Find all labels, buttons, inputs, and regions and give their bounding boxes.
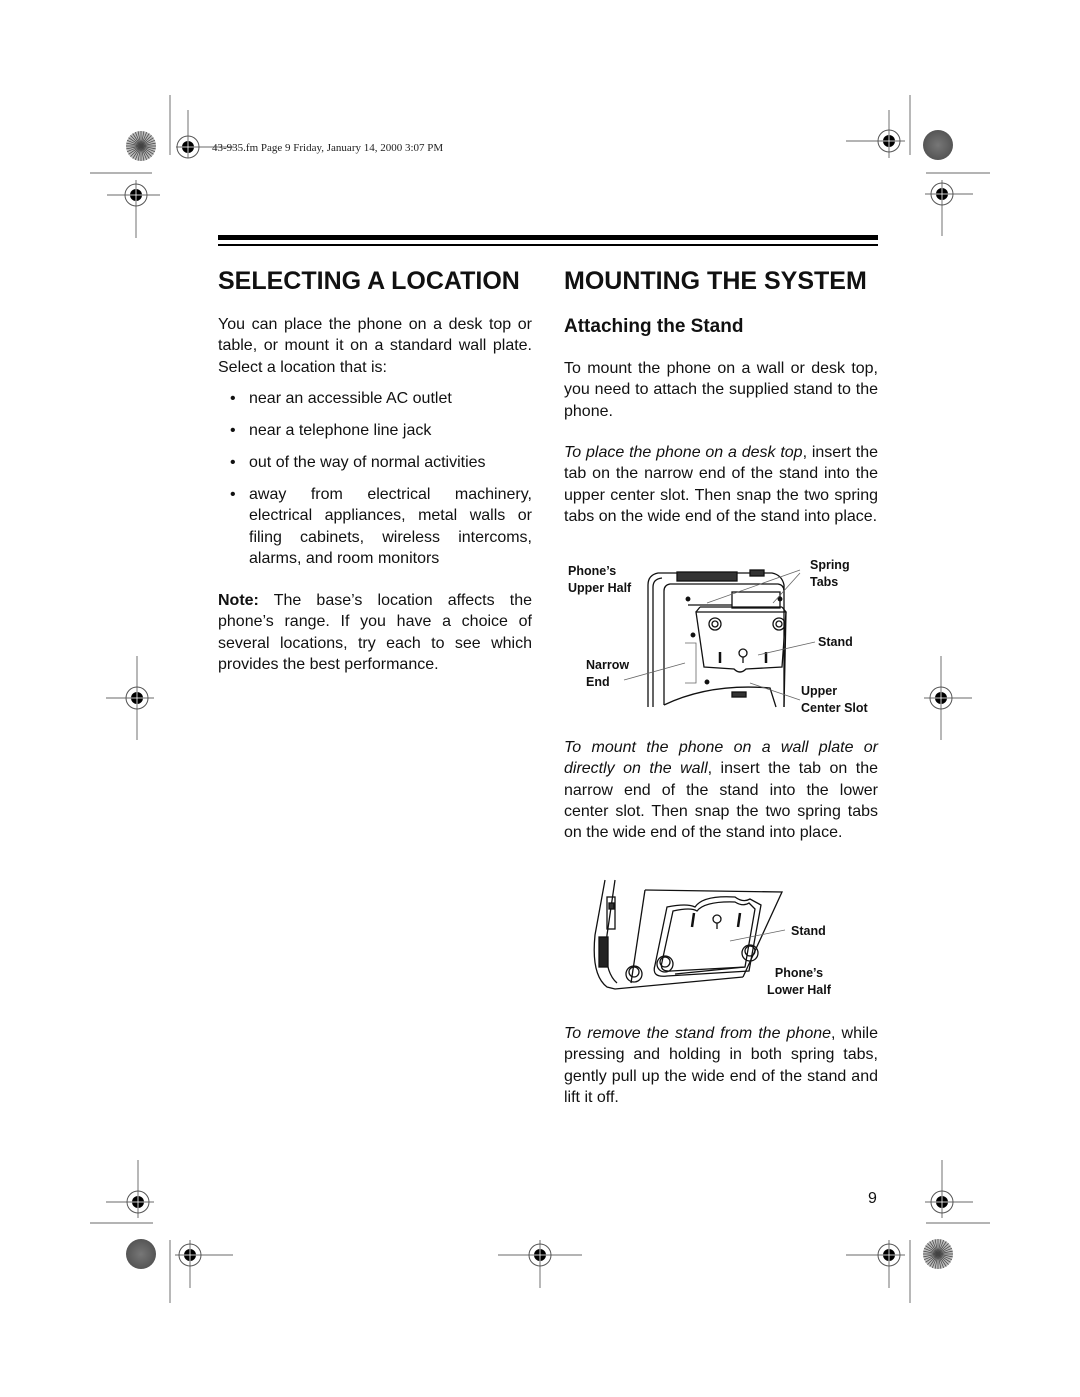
- list-item: • away from electrical machinery, electri…: [230, 485, 532, 567]
- section-title-mounting-system: MOUNTING THE SYSTEM: [564, 267, 867, 295]
- note-paragraph: Note: The base’s location affects the ph…: [218, 592, 532, 673]
- remove-stand-paragraph: To remove the stand from the phone, whil…: [564, 1025, 878, 1106]
- solid-circle-mark: [126, 1239, 156, 1269]
- label-phones-upper-half: Phone’s Upper Half: [568, 564, 632, 595]
- label-upper-center-slot: Upper Center Slot: [801, 684, 868, 715]
- starburst-mark: [126, 131, 156, 161]
- solid-circle-mark: [923, 130, 953, 160]
- label-phones-lower-half: Phone’s Lower Half: [767, 966, 831, 997]
- header-rule-thin: [218, 244, 878, 246]
- header-rule-thick: [218, 235, 878, 240]
- list-item: • out of the way of normal activities: [230, 453, 486, 471]
- subsection-title-attaching-stand: Attaching the Stand: [564, 316, 744, 337]
- label-narrow-end: Narrow End: [586, 658, 630, 689]
- starburst-mark: [922, 1238, 954, 1270]
- file-header-stamp: 43-935.fm Page 9 Friday, January 14, 200…: [212, 142, 444, 154]
- figure-lower-half-stand: Stand Phone’s Lower Half: [585, 875, 855, 1005]
- section-title-selecting-location: SELECTING A LOCATION: [218, 267, 520, 295]
- list-item: • near a telephone line jack: [230, 421, 432, 439]
- note-label: Note:: [218, 592, 259, 609]
- figure-upper-half-stand: Phone’s Upper Half Spring Tabs Stand Narro…: [560, 555, 885, 725]
- location-criteria-list: • near an accessible AC outlet • near a te…: [218, 388, 532, 580]
- registration-marks: [90, 95, 990, 1303]
- page-number: 9: [868, 1190, 877, 1207]
- mounting-intro-paragraph: To mount the phone on a wall or desk top…: [564, 360, 878, 420]
- label-stand: Stand: [818, 635, 853, 649]
- label-stand: Stand: [791, 924, 826, 938]
- label-spring-tabs: Spring Tabs: [810, 558, 850, 589]
- wall-mount-paragraph: To mount the phone on a wall plate or di…: [564, 739, 878, 842]
- location-intro-paragraph: You can place the phone on a desk top or…: [218, 316, 532, 376]
- list-item: • near an accessible AC outlet: [230, 390, 452, 407]
- desk-top-paragraph: To place the phone on a desk top, insert…: [564, 444, 879, 525]
